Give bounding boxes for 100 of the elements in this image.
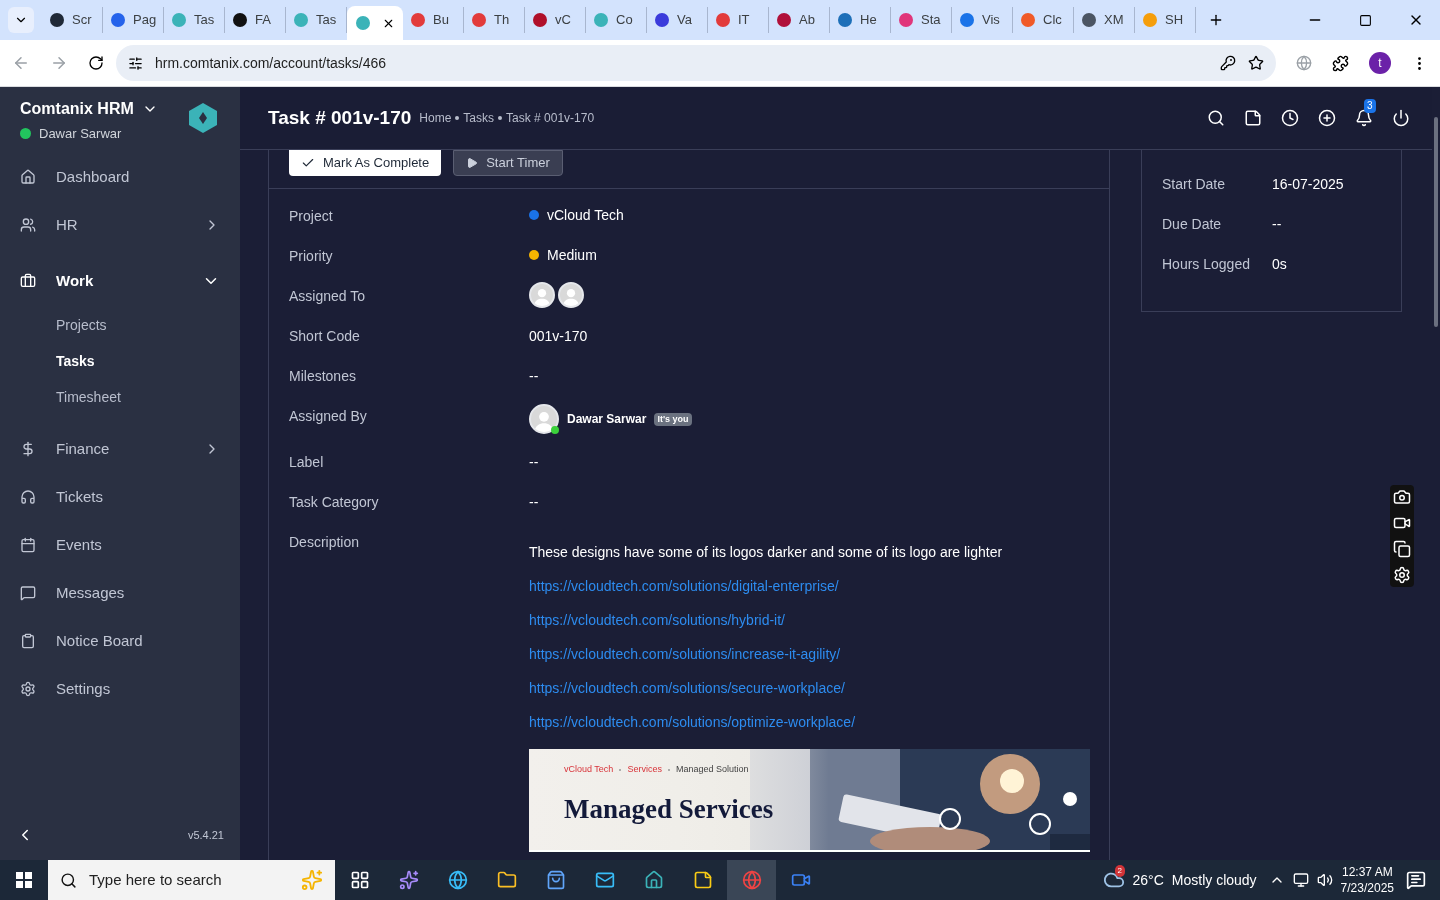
- weather-text: Mostly cloudy: [1171, 870, 1257, 890]
- add-icon[interactable]: [1318, 109, 1336, 127]
- info-label: Hours Logged: [1162, 255, 1251, 274]
- field-value: --: [529, 493, 539, 512]
- sidebar-item[interactable]: Finance: [0, 425, 240, 473]
- menu-item-icon: [20, 441, 36, 457]
- avatar-icon: [529, 282, 555, 308]
- field-label: Assigned To: [289, 287, 366, 306]
- network-icon[interactable]: [1292, 872, 1309, 888]
- note-icon[interactable]: [1244, 109, 1262, 127]
- site-settings-icon[interactable]: [128, 55, 143, 71]
- field-value: Medium: [547, 245, 597, 265]
- submenu-item[interactable]: Timesheet: [0, 379, 240, 415]
- volume-icon[interactable]: [1316, 872, 1333, 888]
- info-value: 16-07-2025: [1272, 175, 1344, 194]
- browser-tab[interactable]: XM: [1074, 7, 1135, 33]
- field-value: vCloud Tech: [547, 205, 624, 225]
- user-name: Dawar Sarwar: [567, 411, 647, 428]
- sidebar-item[interactable]: Events: [0, 521, 240, 569]
- field-label: Short Code: [289, 327, 361, 346]
- globe-icon[interactable]: [1296, 55, 1312, 71]
- browser-tab[interactable]: SH: [1135, 7, 1196, 33]
- sidebar-item[interactable]: Dashboard: [0, 153, 240, 201]
- clock-time: 12:37 AM: [1341, 864, 1393, 880]
- sparkles-icon: [301, 869, 323, 891]
- user-name: Dawar Sarwar: [39, 125, 122, 143]
- info-value: 0s: [1272, 255, 1287, 274]
- bookmark-star-icon[interactable]: [1248, 55, 1264, 71]
- restore-icon[interactable]: [1359, 13, 1372, 27]
- browser-tab[interactable]: FA: [225, 7, 286, 33]
- extensions-icon[interactable]: [1332, 54, 1349, 72]
- description-link[interactable]: https://vcloudtech.com/solutions/hybrid-it/: [529, 610, 1090, 630]
- browser-tab[interactable]: Ab: [769, 7, 830, 33]
- browser-tab[interactable]: Va: [647, 7, 708, 33]
- copy-icon[interactable]: [1393, 540, 1411, 558]
- field-label: Assigned By: [289, 407, 368, 426]
- sidebar-item[interactable]: Tickets: [0, 473, 240, 521]
- tab-search-button[interactable]: [8, 7, 34, 33]
- weather-badge: 2: [1114, 865, 1125, 877]
- browser-tab[interactable]: Scr: [42, 7, 103, 33]
- key-icon[interactable]: [1220, 55, 1236, 71]
- menu-item-icon: [20, 273, 36, 289]
- breadcrumb-link[interactable]: Tasks: [463, 109, 495, 127]
- settings-icon[interactable]: [1393, 566, 1411, 584]
- its-you-badge: It's you: [654, 412, 692, 426]
- version-label: v5.4.21: [187, 827, 224, 843]
- menu-item-icon: [20, 633, 36, 649]
- search-icon: [60, 871, 77, 889]
- start-timer-button[interactable]: Start Timer: [453, 150, 563, 176]
- sidebar-item[interactable]: Notice Board: [0, 617, 240, 665]
- browser-tab[interactable]: Sta: [891, 7, 952, 33]
- breadcrumb-link[interactable]: Home: [419, 109, 452, 127]
- sidebar-item[interactable]: HR: [0, 201, 240, 249]
- play-icon: [466, 157, 479, 169]
- submenu-item[interactable]: Tasks: [0, 343, 240, 379]
- field-label: Project: [289, 207, 334, 226]
- field-label: Task Category: [289, 493, 380, 512]
- browser-tab[interactable]: He: [830, 7, 891, 33]
- browser-tab[interactable]: Clc: [1013, 7, 1074, 33]
- field-label: Label: [289, 453, 325, 472]
- field-value: 001v-170: [529, 327, 588, 346]
- banner-breadcrumb: Managed Solution: [675, 763, 749, 776]
- browser-tab[interactable]: IT: [708, 7, 769, 33]
- browser-tab[interactable]: Th: [464, 7, 525, 33]
- menu-item-icon: [20, 537, 36, 553]
- field-label: Milestones: [289, 367, 357, 386]
- avatar-icon: [558, 282, 584, 308]
- description-link[interactable]: https://vcloudtech.com/solutions/optimize-workplace/: [529, 712, 1090, 732]
- description-link[interactable]: https://vcloudtech.com/solutions/digital-enterprise/: [529, 576, 1090, 596]
- reload-icon[interactable]: [88, 55, 104, 71]
- browser-tab[interactable]: Bu: [403, 7, 464, 33]
- temperature: 26°C: [1132, 870, 1164, 890]
- info-label: Due Date: [1162, 215, 1223, 234]
- search-icon[interactable]: [1207, 109, 1225, 127]
- notification-bell-icon[interactable]: [1355, 109, 1373, 127]
- sidebar-item[interactable]: Messages: [0, 569, 240, 617]
- address-bar[interactable]: hrm.comtanix.com/account/tasks/466: [116, 45, 1276, 81]
- taskbar-search-field[interactable]: Type here to search: [48, 860, 335, 900]
- forward-icon[interactable]: [50, 54, 68, 72]
- clock-icon[interactable]: [1281, 109, 1299, 127]
- menu-item-icon: [20, 169, 36, 185]
- description-link[interactable]: https://vcloudtech.com/solutions/secure-workplace/: [529, 678, 1090, 698]
- mark-complete-button[interactable]: Mark As Complete: [289, 150, 442, 176]
- back-icon[interactable]: [12, 54, 30, 72]
- logo-icon: [187, 102, 219, 134]
- browser-tab[interactable]: Tas: [164, 7, 225, 33]
- description-link[interactable]: https://vcloudtech.com/solutions/increase-it-agility/: [529, 644, 1090, 664]
- sidebar-item[interactable]: Settings: [0, 665, 240, 713]
- profile-avatar[interactable]: t: [1369, 52, 1391, 74]
- menu-item-icon: [20, 217, 36, 233]
- breadcrumb-separator-icon: [455, 116, 460, 120]
- new-tab-icon[interactable]: [1208, 12, 1224, 28]
- browser-tab[interactable]: vC: [525, 7, 586, 33]
- notifications-icon[interactable]: [1406, 870, 1426, 890]
- browser-tab[interactable]: Vis: [952, 7, 1013, 33]
- camera-icon[interactable]: [1393, 488, 1411, 506]
- breadcrumb-link[interactable]: Task # 001v-170: [506, 109, 595, 127]
- power-icon[interactable]: [1392, 109, 1410, 127]
- browser-tab[interactable]: Co: [586, 7, 647, 33]
- browser-tab[interactable]: Pag: [103, 7, 164, 33]
